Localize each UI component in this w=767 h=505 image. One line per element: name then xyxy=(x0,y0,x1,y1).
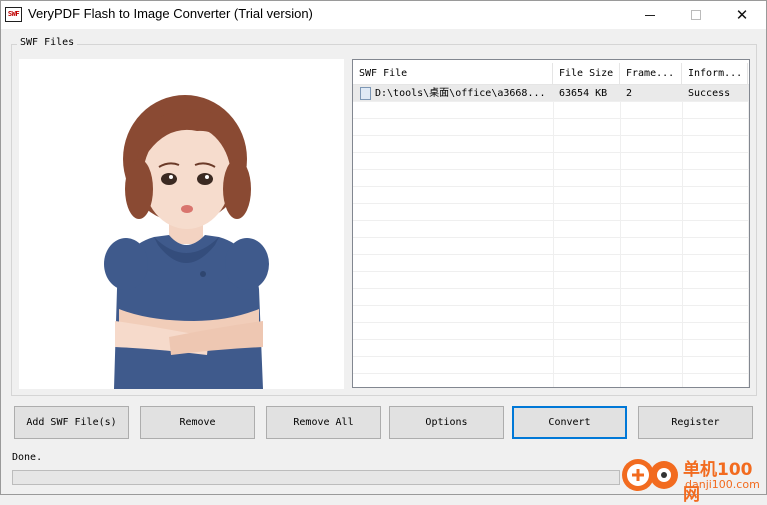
minimize-icon xyxy=(645,14,655,16)
empty-row xyxy=(353,289,749,306)
table-row[interactable]: D:\tools\桌面\office\a3668... 63654 KB 2 S… xyxy=(353,85,749,102)
watermark: 单机100网 danji100.com xyxy=(619,453,767,505)
maximize-icon xyxy=(691,10,701,20)
empty-row xyxy=(353,102,749,119)
swf-file-list[interactable]: SWF File File Size Frame... Inform... D:… xyxy=(352,59,750,388)
cell-swf-file: D:\tools\桌面\office\a3668... xyxy=(375,88,546,99)
progress-bar xyxy=(12,470,620,485)
cell-frames: 2 xyxy=(626,88,633,99)
empty-row xyxy=(353,255,749,272)
maximize-button[interactable] xyxy=(673,1,719,29)
list-header: SWF File File Size Frame... Inform... xyxy=(353,63,749,85)
watermark-url: danji100.com xyxy=(685,478,760,491)
swf-files-group-label: SWF Files xyxy=(17,37,78,48)
empty-row xyxy=(353,340,749,357)
register-button[interactable]: Register xyxy=(638,406,753,439)
watermark-logo-icon xyxy=(622,459,678,491)
convert-button[interactable]: Convert xyxy=(512,406,627,439)
close-button[interactable]: ✕ xyxy=(719,1,765,29)
column-header-file-size[interactable]: File Size xyxy=(553,63,620,85)
column-header-information[interactable]: Inform... xyxy=(682,63,748,85)
empty-row xyxy=(353,323,749,340)
woman-portrait-image xyxy=(104,95,269,389)
empty-row xyxy=(353,187,749,204)
window-title: VeryPDF Flash to Image Converter (Trial … xyxy=(28,6,313,21)
empty-row xyxy=(353,238,749,255)
minimize-button[interactable] xyxy=(627,1,673,29)
close-icon: ✕ xyxy=(735,5,749,24)
cell-information: Success xyxy=(688,88,731,99)
swf-app-icon: SWF xyxy=(5,7,22,22)
options-button[interactable]: Options xyxy=(389,406,504,439)
column-header-swf-file[interactable]: SWF File xyxy=(353,63,553,85)
column-header-frames[interactable]: Frame... xyxy=(620,63,682,85)
app-window: SWF VeryPDF Flash to Image Converter (Tr… xyxy=(0,0,767,505)
empty-row xyxy=(353,153,749,170)
status-text: Done. xyxy=(12,452,43,463)
empty-row xyxy=(353,306,749,323)
preview-pane xyxy=(19,59,344,389)
empty-row xyxy=(353,170,749,187)
empty-row xyxy=(353,119,749,136)
cell-file-size: 63654 KB xyxy=(559,88,608,99)
empty-row xyxy=(353,136,749,153)
empty-row xyxy=(353,221,749,238)
add-swf-files-button[interactable]: Add SWF File(s) xyxy=(14,406,129,439)
title-bar[interactable]: SWF VeryPDF Flash to Image Converter (Tr… xyxy=(1,1,766,29)
empty-row xyxy=(353,357,749,374)
empty-row xyxy=(353,272,749,289)
empty-row xyxy=(353,204,749,221)
remove-button[interactable]: Remove xyxy=(140,406,255,439)
remove-all-button[interactable]: Remove All xyxy=(266,406,381,439)
